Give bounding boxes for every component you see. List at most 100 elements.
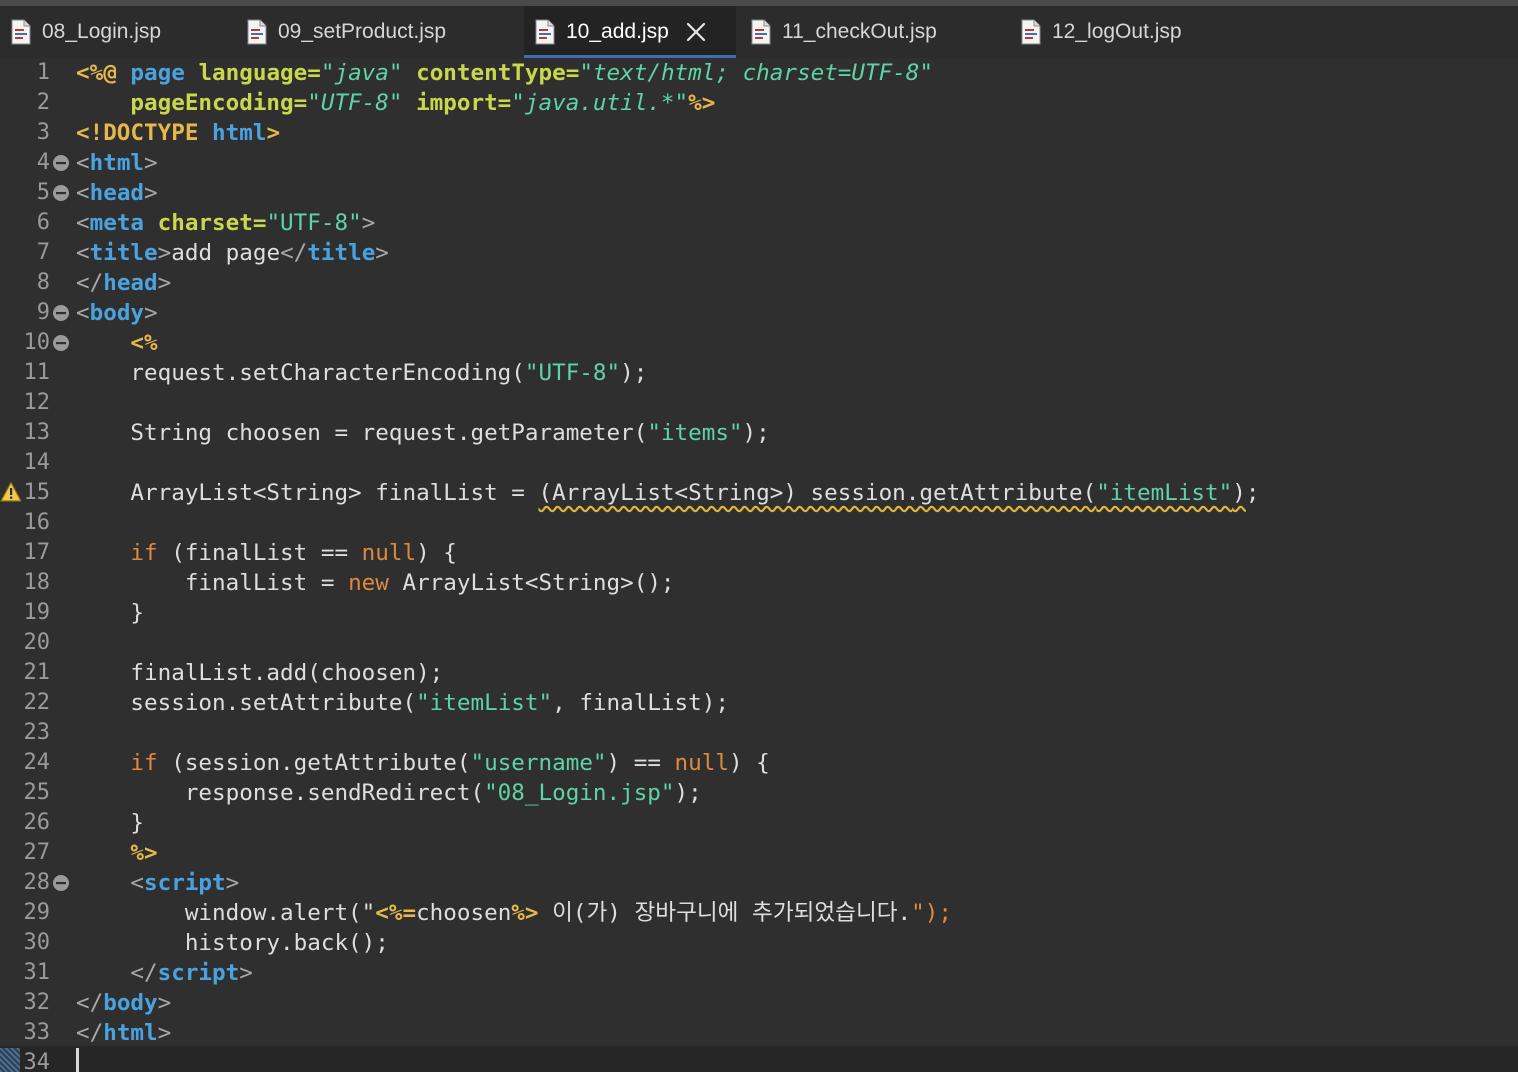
code-token: > — [157, 1020, 172, 1046]
code-token: > — [144, 180, 158, 206]
code-line[interactable]: <meta charset="UTF-8"> — [76, 208, 375, 238]
code-token: history.back(); — [76, 930, 389, 956]
code-line[interactable]: if (finalList == null) { — [76, 538, 457, 568]
code-token: script — [144, 870, 226, 896]
code-line[interactable]: ArrayList<String> finalList = (ArrayList… — [76, 478, 1259, 508]
tab-label: 09_setProduct.jsp — [278, 20, 447, 43]
code-editor[interactable]: 1 2 3 4 5 6 7 8 9 10 11 12 13 14 15 16 17 18 19 20 21 22 23 24 2… — [0, 58, 1518, 1072]
code-token: response.sendRedirect( — [76, 780, 485, 806]
fold-collapse-icon[interactable] — [52, 304, 70, 322]
code-line[interactable]: response.sendRedirect("08_Login.jsp"); — [76, 778, 702, 808]
fold-collapse-icon[interactable] — [52, 334, 70, 352]
code-token: > — [144, 300, 158, 326]
code-line[interactable]: } — [76, 598, 144, 628]
tab-label: 12_logOut.jsp — [1052, 20, 1182, 43]
code-token: add page — [171, 240, 281, 266]
code-token: "UTF-8" — [307, 90, 403, 116]
code-token: page — [130, 60, 199, 86]
code-line[interactable]: </script> — [76, 958, 253, 988]
tab-09-setproduct[interactable]: 09_setProduct.jsp — [236, 6, 520, 58]
code-token: <%@ — [76, 60, 131, 86]
code-line[interactable]: <%@ page language="java" contentType="te… — [76, 58, 933, 88]
code-token: new — [348, 570, 389, 596]
code-line[interactable]: request.setCharacterEncoding("UTF-8"); — [76, 358, 647, 388]
code-token: request.setCharacterEncoding( — [76, 360, 525, 386]
code-token: String choosen = request.getParameter( — [76, 420, 648, 446]
jsp-file-icon — [11, 19, 31, 45]
code-line[interactable]: finalList.add(choosen); — [76, 658, 443, 688]
close-icon[interactable] — [685, 21, 707, 43]
code-token: ); — [674, 780, 702, 806]
code-line[interactable]: session.setAttribute("itemList", finalLi… — [76, 688, 729, 718]
code-line[interactable]: <!DOCTYPE html> — [76, 118, 280, 148]
code-token: ArrayList<String> finalList = — [76, 480, 539, 506]
line-number: 2 — [36, 90, 50, 115]
code-line[interactable]: history.back(); — [76, 928, 389, 958]
jsp-file-icon — [535, 19, 555, 45]
code-token: head — [103, 270, 158, 296]
current-line-highlight — [0, 1046, 1518, 1072]
line-number: 4 — [36, 150, 50, 175]
code-token: html — [89, 150, 145, 176]
code-line[interactable]: finalList = new ArrayList<String>(); — [76, 568, 675, 598]
code-line[interactable]: %> — [76, 838, 157, 868]
code-token: %> — [511, 900, 539, 926]
code-line[interactable]: pageEncoding="UTF-8" import="java.util.*… — [76, 88, 715, 118]
fold-collapse-icon[interactable] — [52, 184, 70, 202]
code-line[interactable]: window.alert("<%=choosen%> 이(가) 장바구니에 추가… — [76, 898, 952, 928]
line-number: 18 — [23, 570, 51, 595]
code-token: "08_Login.jsp" — [484, 780, 675, 806]
tab-12-logout[interactable]: 12_logOut.jsp — [1010, 6, 1250, 58]
code-line[interactable]: <html> — [76, 148, 158, 178]
line-number: 26 — [23, 810, 51, 835]
line-number: 27 — [23, 840, 51, 865]
code-token: null — [674, 750, 729, 776]
code-line[interactable]: </head> — [76, 268, 171, 298]
code-line[interactable]: <body> — [76, 298, 158, 328]
code-line[interactable]: <script> — [76, 868, 239, 898]
code-token: > — [144, 150, 158, 176]
tab-11-checkout[interactable]: 11_checkOut.jsp — [740, 6, 1004, 58]
code-token: > — [239, 960, 253, 986]
code-token: , finalList); — [552, 690, 729, 716]
code-line[interactable]: <head> — [76, 178, 158, 208]
line-number: 5 — [36, 180, 50, 205]
code-line[interactable]: <title>add page</title> — [76, 238, 389, 268]
code-token: script — [157, 960, 240, 986]
code-token: > — [361, 210, 376, 236]
code-token: ); — [742, 420, 770, 446]
code-token: title — [307, 240, 376, 266]
code-token: body — [89, 300, 145, 326]
tab-08-login[interactable]: 08_Login.jsp — [0, 6, 232, 58]
code-token: language= — [198, 60, 321, 86]
code-token: session.setAttribute( — [76, 690, 417, 716]
code-token: <% — [76, 330, 158, 356]
code-token: %> — [688, 90, 716, 116]
code-line[interactable]: String choosen = request.getParameter("i… — [76, 418, 770, 448]
fold-collapse-icon[interactable] — [52, 154, 70, 172]
code-line[interactable]: </html> — [76, 1018, 171, 1048]
code-line[interactable]: if (session.getAttribute("username") == … — [76, 748, 769, 778]
line-number: 9 — [36, 300, 50, 325]
code-line[interactable]: } — [76, 808, 144, 838]
code-line[interactable]: </body> — [76, 988, 171, 1018]
code-token: choosen — [416, 900, 512, 926]
line-number: 13 — [23, 420, 51, 445]
jsp-file-icon — [751, 19, 771, 45]
code-token: null — [361, 540, 417, 566]
code-token: contentType= — [402, 60, 580, 86]
tab-10-add[interactable]: 10_add.jsp — [524, 6, 736, 58]
warning-icon[interactable] — [0, 481, 22, 503]
code-token: <!DOCTYPE — [76, 120, 213, 146]
code-token: "itemList" — [1096, 480, 1233, 506]
fold-collapse-icon[interactable] — [52, 874, 70, 892]
code-token: <%= — [375, 900, 417, 926]
code-token: if — [76, 750, 158, 776]
code-line[interactable]: <% — [76, 328, 158, 358]
code-token: ) { — [416, 540, 457, 566]
line-number: 3 — [36, 120, 50, 145]
code-token: body — [103, 990, 158, 1016]
tab-label: 11_checkOut.jsp — [782, 20, 937, 43]
code-token: > — [225, 870, 240, 896]
jsp-file-icon — [1021, 19, 1041, 45]
